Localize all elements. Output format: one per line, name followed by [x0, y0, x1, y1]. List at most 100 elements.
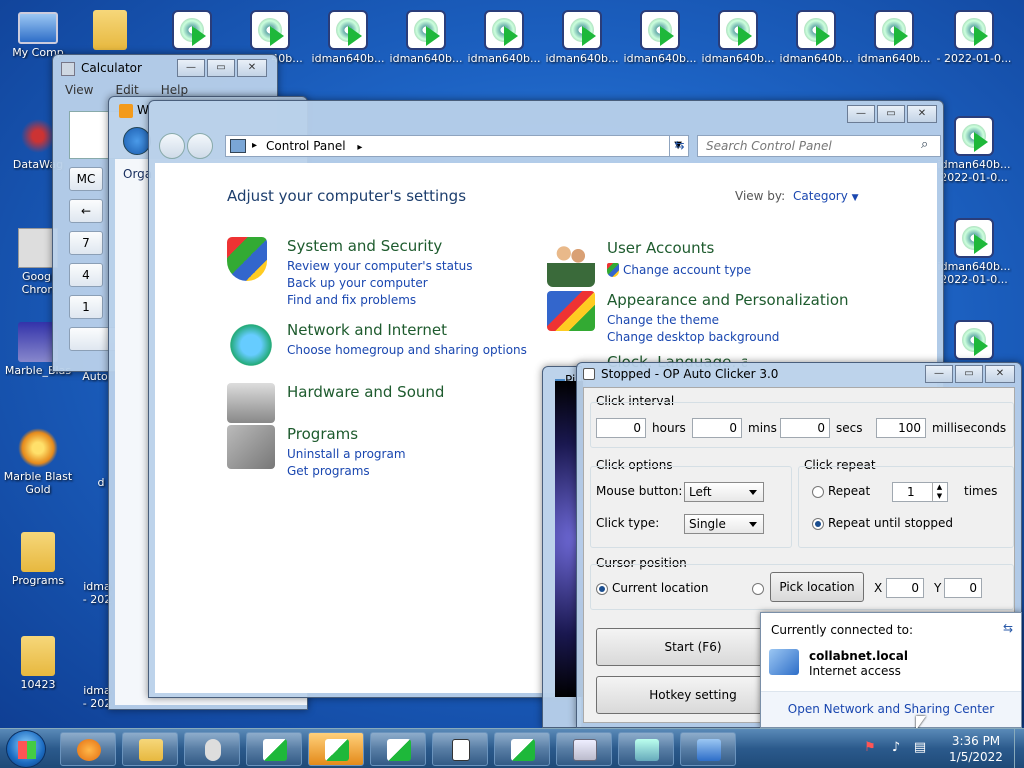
milliseconds-input[interactable]: 100	[876, 418, 926, 438]
idm-icon	[406, 10, 446, 50]
desktop-icon-programs[interactable]: Programs	[0, 528, 76, 608]
back-icon[interactable]	[123, 127, 151, 155]
desktop-icon-idman-5[interactable]: idman640b...	[466, 6, 542, 86]
clock[interactable]: 3:36 PM 1/5/2022	[940, 733, 1012, 765]
taskbar-explorer[interactable]	[122, 732, 178, 766]
idm-icon	[796, 10, 836, 50]
maximize-button[interactable]: ▭	[207, 59, 235, 77]
y-input[interactable]: 0	[944, 578, 982, 598]
close-button[interactable]: ✕	[985, 365, 1015, 383]
refresh-icon[interactable]: ⇆	[669, 135, 689, 157]
control-panel-titlebar[interactable]: — ▭ ✕	[149, 101, 943, 129]
pick-location-radio[interactable]	[752, 583, 764, 595]
desktop-icon-idman-13[interactable]: idman640b... 2022-01-0...	[936, 214, 1012, 294]
category-title[interactable]: Hardware and Sound	[287, 383, 444, 401]
view-by-dropdown[interactable]: Category ▼	[793, 189, 859, 203]
network-popup: Currently connected to: ⇆ collabnet.loca…	[760, 612, 1022, 728]
minimize-button[interactable]: —	[847, 105, 875, 123]
taskbar-solitaire[interactable]	[432, 732, 488, 766]
calc-button-7[interactable]: 7	[69, 231, 103, 255]
hours-input[interactable]: 0	[596, 418, 646, 438]
desktop-icon-idman-6[interactable]: idman640b...	[544, 6, 620, 86]
action-center-flag-icon[interactable]: ⚑	[862, 740, 878, 756]
media-player-icon	[77, 739, 101, 761]
taskbar-idm-4[interactable]	[494, 732, 550, 766]
desktop-icon-idman-11[interactable]: - 2022-01-0...	[936, 6, 1012, 86]
calculator-titlebar[interactable]: Calculator — ▭ ✕	[53, 55, 277, 83]
desktop-icon-marble-blast-gold[interactable]: Marble Blast Gold	[0, 424, 76, 504]
desktop-icon-idman-7[interactable]: idman640b...	[622, 6, 698, 86]
calc-button-4[interactable]: 4	[69, 263, 103, 287]
maximize-button[interactable]: ▭	[877, 105, 905, 123]
desktop-icon-idman-12[interactable]: idman640b... 2022-01-0...	[936, 112, 1012, 192]
clock-date: 1/5/2022	[949, 750, 1003, 764]
taskbar-media-player[interactable]	[60, 732, 116, 766]
breadcrumb-arrow-icon: ▸	[357, 142, 363, 153]
taskbar-calculator[interactable]	[556, 732, 612, 766]
calc-button-1[interactable]: 1	[69, 295, 103, 319]
category-title[interactable]: Programs	[287, 425, 358, 443]
marble-blast-icon	[18, 428, 58, 468]
menu-edit[interactable]: Edit	[115, 83, 138, 97]
menu-view[interactable]: View	[65, 83, 93, 97]
taskbar-idm-3[interactable]	[370, 732, 426, 766]
repeat-stepper[interactable]: ▲ ▼	[932, 483, 946, 501]
link-uninstall[interactable]: Uninstall a program	[287, 447, 406, 461]
refresh-icon[interactable]: ⇆	[1003, 621, 1013, 635]
show-desktop-button[interactable]	[1014, 729, 1024, 768]
pick-location-button[interactable]: Pick location	[770, 572, 864, 602]
taskbar-picture-viewer[interactable]	[618, 732, 674, 766]
address-text: Control Panel	[266, 139, 346, 153]
repeat-until-stopped-radio[interactable]	[812, 518, 824, 530]
secs-input[interactable]: 0	[780, 418, 830, 438]
search-input[interactable]: Search Control Panel	[697, 135, 941, 157]
back-button[interactable]	[159, 133, 185, 159]
click-type-select[interactable]: Single	[684, 514, 764, 534]
desktop-icon-idman-4[interactable]: idman640b...	[388, 6, 464, 86]
category-title[interactable]: Network and Internet	[287, 321, 447, 339]
close-button[interactable]: ✕	[907, 105, 937, 123]
taskbar-control-panel[interactable]	[680, 732, 736, 766]
link-change-account-type[interactable]: Change account type	[623, 263, 751, 277]
network-tray-icon[interactable]: ▤	[912, 740, 928, 756]
link-homegroup[interactable]: Choose homegroup and sharing options	[287, 343, 527, 357]
mouse-button-select[interactable]: Left	[684, 482, 764, 502]
volume-icon[interactable]: ♪	[888, 740, 904, 756]
menu-help[interactable]: Help	[161, 83, 188, 97]
link-change-theme[interactable]: Change the theme	[607, 313, 719, 327]
repeat-until-stopped-label: Repeat until stopped	[828, 516, 953, 530]
link-change-background[interactable]: Change desktop background	[607, 330, 779, 344]
link-get-programs[interactable]: Get programs	[287, 464, 370, 478]
repeat-radio[interactable]	[812, 486, 824, 498]
category-title[interactable]: System and Security	[287, 237, 442, 255]
maximize-button[interactable]: ▭	[955, 365, 983, 383]
desktop-icon-10423[interactable]: 10423	[0, 632, 76, 712]
x-input[interactable]: 0	[886, 578, 924, 598]
search-icon[interactable]: ⌕	[921, 137, 928, 152]
minimize-button[interactable]: —	[177, 59, 205, 77]
forward-button[interactable]	[187, 133, 213, 159]
link-find-fix[interactable]: Find and fix problems	[287, 293, 416, 307]
current-location-radio[interactable]	[596, 583, 608, 595]
taskbar-idm-1[interactable]	[246, 732, 302, 766]
link-review-status[interactable]: Review your computer's status	[287, 259, 473, 273]
desktop-icon-idman-8[interactable]: idman640b...	[700, 6, 776, 86]
calc-button-mc[interactable]: MC	[69, 167, 103, 191]
taskbar-idm-2[interactable]	[308, 732, 364, 766]
mins-input[interactable]: 0	[692, 418, 742, 438]
close-button[interactable]: ✕	[237, 59, 267, 77]
open-network-center-link[interactable]: Open Network and Sharing Center	[761, 691, 1021, 727]
desktop-icon-idman-9[interactable]: idman640b...	[778, 6, 854, 86]
taskbar-mouse[interactable]	[184, 732, 240, 766]
link-back-up[interactable]: Back up your computer	[287, 276, 428, 290]
desktop-icon-idman-3[interactable]: idman640b...	[310, 6, 386, 86]
idm-icon	[325, 739, 349, 761]
start-button[interactable]	[6, 730, 46, 768]
category-title[interactable]: Appearance and Personalization	[607, 291, 849, 309]
milliseconds-label: milliseconds	[932, 421, 1007, 435]
address-bar[interactable]: ▸ Control Panel ▸ ▼	[225, 135, 689, 157]
category-title[interactable]: User Accounts	[607, 239, 714, 257]
desktop-icon-idman-10[interactable]: idman640b...	[856, 6, 932, 86]
minimize-button[interactable]: —	[925, 365, 953, 383]
calc-button-backspace[interactable]: ←	[69, 199, 103, 223]
